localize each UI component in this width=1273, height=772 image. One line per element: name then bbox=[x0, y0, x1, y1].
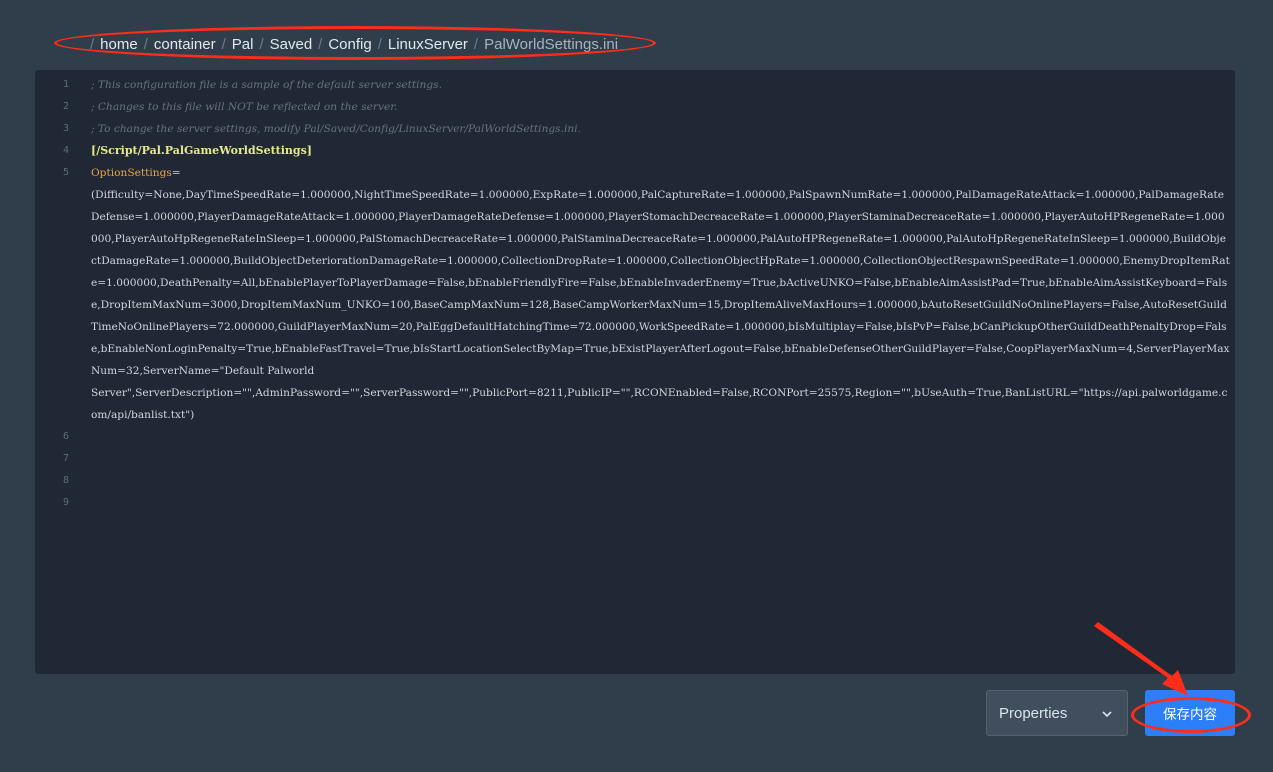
breadcrumb-separator: / bbox=[90, 35, 95, 53]
code-line-comment: ; To change the server settings, modify … bbox=[91, 123, 581, 135]
option-settings-key: OptionSettings bbox=[91, 167, 172, 179]
breadcrumb-separator: / bbox=[259, 35, 264, 53]
breadcrumb-separator: / bbox=[473, 35, 479, 53]
line-number: 3 bbox=[62, 123, 69, 134]
line-number: 2 bbox=[62, 101, 69, 112]
breadcrumb-item-container[interactable]: container bbox=[154, 36, 216, 53]
code-line-option-settings-value: (Difficulty=None,DayTimeSpeedRate=1.0000… bbox=[91, 189, 1230, 421]
code-editor[interactable]: 1 2 3 4 5 6 7 8 9 ; This configuration f… bbox=[35, 70, 1235, 674]
code-line-comment: ; Changes to this file will NOT be refle… bbox=[91, 101, 398, 113]
line-number: 9 bbox=[62, 497, 69, 508]
line-number: 7 bbox=[62, 453, 69, 464]
breadcrumb-item-pal[interactable]: Pal bbox=[232, 36, 254, 53]
line-number: 8 bbox=[62, 475, 69, 486]
code-line-option-settings: OptionSettings= bbox=[91, 162, 1231, 184]
line-number: 4 bbox=[62, 145, 69, 156]
breadcrumb-current-file: PalWorldSettings.ini bbox=[484, 35, 619, 53]
breadcrumb-separator: / bbox=[377, 35, 382, 53]
language-mode-value: Properties bbox=[999, 704, 1068, 722]
breadcrumb-separator: / bbox=[143, 35, 148, 53]
line-number: 6 bbox=[62, 431, 69, 442]
option-settings-equals: = bbox=[171, 167, 181, 179]
breadcrumb-item-linuxserver[interactable]: LinuxServer bbox=[388, 36, 468, 53]
code-line-section-header: [/Script/Pal.PalGameWorldSettings] bbox=[91, 144, 313, 157]
code-line-comment: ; This configuration file is a sample of… bbox=[91, 79, 442, 91]
breadcrumb-item-home[interactable]: home bbox=[100, 36, 138, 53]
breadcrumb-separator: / bbox=[318, 35, 323, 53]
breadcrumb-item-saved[interactable]: Saved bbox=[270, 36, 313, 53]
chevron-down-icon bbox=[1101, 707, 1113, 719]
save-content-button[interactable]: 保存内容 bbox=[1145, 690, 1235, 736]
line-number: 1 bbox=[62, 79, 69, 90]
breadcrumb: / home / container / Pal / Saved / Confi… bbox=[84, 33, 618, 55]
breadcrumb-item-config[interactable]: Config bbox=[328, 36, 371, 53]
line-number: 5 bbox=[62, 167, 69, 178]
breadcrumb-separator: / bbox=[221, 35, 226, 53]
language-mode-select[interactable]: Properties bbox=[986, 690, 1128, 736]
